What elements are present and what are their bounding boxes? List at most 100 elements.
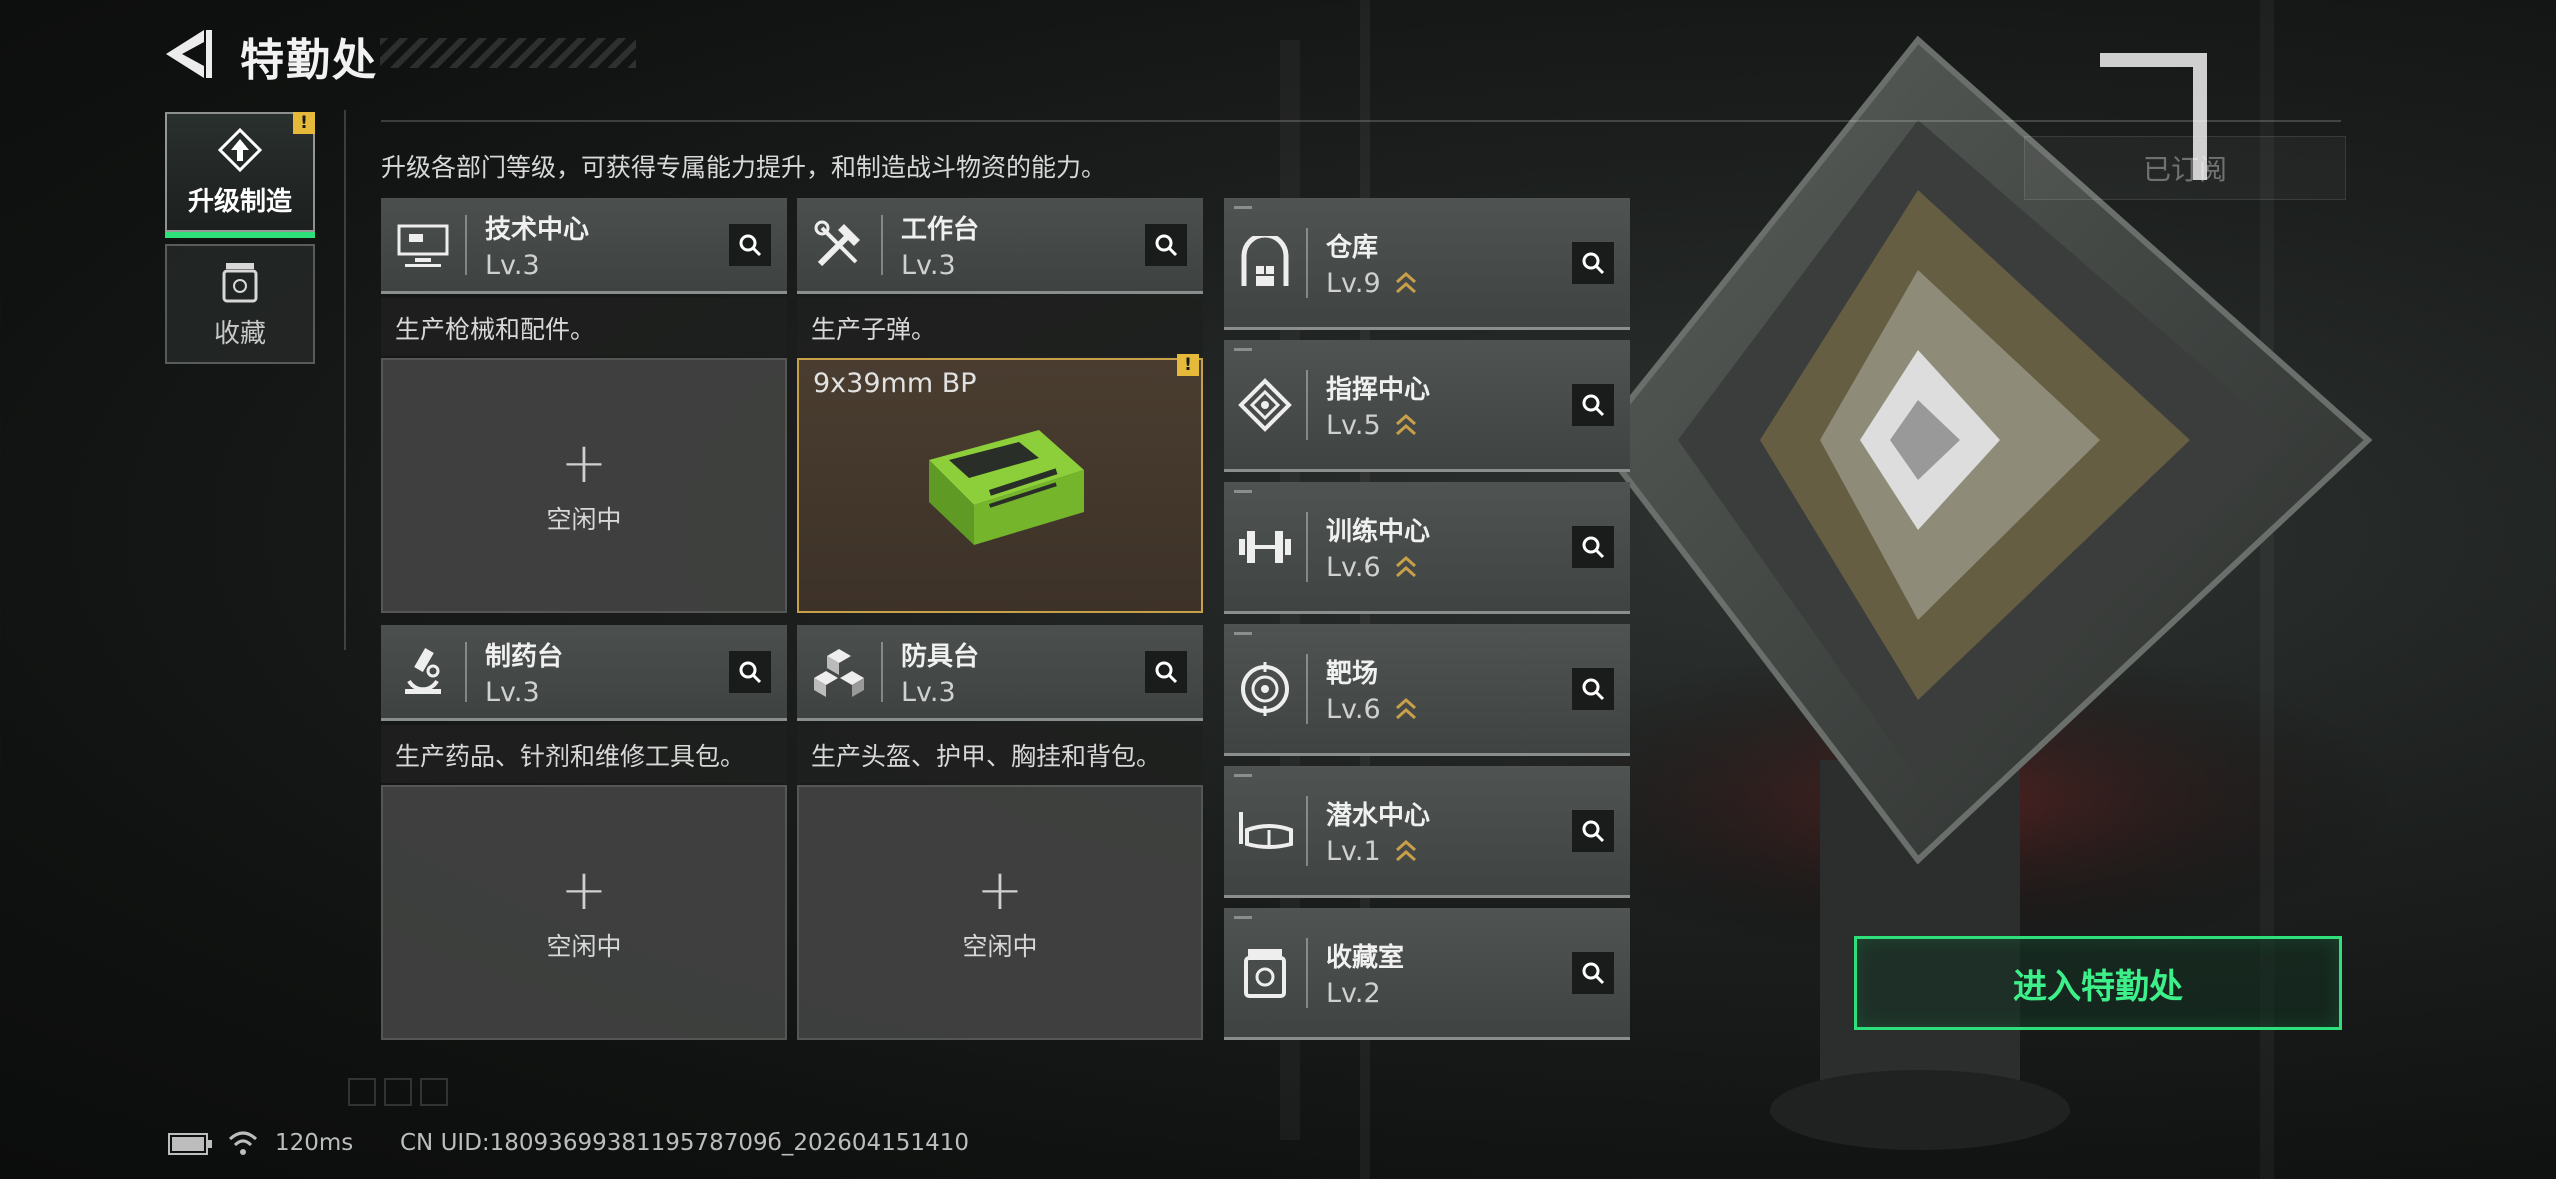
armor-blocks-icon xyxy=(797,624,881,720)
card-corner-mark xyxy=(1234,348,1252,351)
battery-icon xyxy=(168,1133,214,1159)
warning-badge: ! xyxy=(293,112,315,134)
facility-name: 防具台 xyxy=(901,641,980,672)
facility-name: 收藏室 xyxy=(1326,942,1405,973)
header-separator xyxy=(1306,795,1308,866)
card-corner-mark xyxy=(1234,632,1252,635)
header-separator xyxy=(881,214,883,275)
decor-square xyxy=(420,1078,448,1106)
enter-special-ops-button[interactable]: 进入特勤处 xyxy=(1854,936,2342,1030)
active-tab-indicator xyxy=(165,232,315,238)
tab-collection[interactable]: 收藏 xyxy=(165,244,315,364)
warehouse-icon xyxy=(1224,197,1306,329)
facility-card-training-center[interactable]: 训练中心 Lv.6 xyxy=(1224,482,1630,614)
tab-upgrade-craft[interactable]: 升级制造 ! xyxy=(165,112,315,238)
wifi-icon xyxy=(228,1129,258,1161)
card-corner-mark xyxy=(1234,774,1252,777)
sidebar-divider xyxy=(344,110,346,650)
search-button[interactable] xyxy=(1145,223,1187,266)
search-button[interactable] xyxy=(1572,383,1614,426)
search-button[interactable] xyxy=(1145,650,1187,693)
search-icon xyxy=(1582,394,1605,416)
production-slot-busy[interactable]: 9x39mm BP ! xyxy=(797,354,1203,613)
search-button[interactable] xyxy=(729,223,771,266)
decor-square xyxy=(384,1078,412,1106)
back-button[interactable] xyxy=(160,26,220,82)
upgrade-arrow-icon xyxy=(1395,555,1416,578)
search-icon xyxy=(1155,234,1178,256)
search-button[interactable] xyxy=(1572,525,1614,568)
upgrade-craft-icon xyxy=(217,127,263,172)
facility-card-collection-room[interactable]: 收藏室 Lv.2 xyxy=(1224,908,1630,1040)
facility-level: Lv.3 xyxy=(485,249,540,281)
search-icon xyxy=(739,661,762,683)
facility-card-shooting-range[interactable]: 靶场 Lv.6 xyxy=(1224,624,1630,756)
upgrade-arrow-icon xyxy=(1395,271,1416,294)
search-icon xyxy=(1155,661,1178,683)
facility-description: 生产子弹。 xyxy=(797,298,1203,356)
search-button[interactable] xyxy=(729,650,771,693)
add-icon: + xyxy=(560,857,608,923)
facility-header-tech-center: 技术中心 Lv.3 xyxy=(381,198,787,294)
dumbbell-icon xyxy=(1224,481,1306,613)
facility-card-warehouse[interactable]: 仓库 Lv.9 xyxy=(1224,198,1630,330)
card-corner-mark xyxy=(1234,206,1252,209)
facility-header-workbench: 工作台 Lv.3 xyxy=(797,198,1203,294)
search-button[interactable] xyxy=(1572,241,1614,284)
tools-icon xyxy=(797,197,881,293)
header-separator xyxy=(1306,653,1308,724)
slot-status: 空闲中 xyxy=(546,931,622,961)
facility-name: 指挥中心 xyxy=(1326,374,1431,405)
add-icon: + xyxy=(976,857,1024,923)
card-corner-mark xyxy=(1234,916,1252,919)
facility-card-diving-center[interactable]: 潜水中心 Lv.1 xyxy=(1224,766,1630,898)
search-icon xyxy=(1582,820,1605,842)
main-description: 升级各部门等级，可获得专属能力提升，和制造战斗物资的能力。 xyxy=(381,153,1107,182)
tab-label: 收藏 xyxy=(213,318,266,349)
title-decoration xyxy=(380,38,636,68)
facility-level: Lv.3 xyxy=(901,676,956,708)
facility-level: Lv.6 xyxy=(1326,551,1381,583)
back-arrow-icon xyxy=(166,30,212,78)
search-icon xyxy=(1582,962,1605,984)
facility-level: Lv.5 xyxy=(1326,409,1381,441)
facility-card-command-center[interactable]: 指挥中心 Lv.5 xyxy=(1224,340,1630,472)
search-icon xyxy=(1582,252,1605,274)
facility-name: 制药台 xyxy=(485,641,564,672)
facility-name: 工作台 xyxy=(901,214,980,245)
warning-badge: ! xyxy=(1177,354,1199,376)
facility-name: 仓库 xyxy=(1326,232,1379,263)
search-button[interactable] xyxy=(1572,809,1614,852)
subscribe-button[interactable]: 已订阅 xyxy=(2024,136,2346,200)
search-button[interactable] xyxy=(1572,951,1614,994)
header-separator xyxy=(1306,511,1308,582)
decor-square xyxy=(348,1078,376,1106)
facility-level: Lv.2 xyxy=(1326,977,1381,1009)
facility-description: 生产药品、针剂和维修工具包。 xyxy=(381,725,787,783)
facility-name: 训练中心 xyxy=(1326,516,1431,547)
facility-description: 生产头盔、护甲、胸挂和背包。 xyxy=(797,725,1203,783)
header-separator xyxy=(465,641,467,702)
header-separator xyxy=(881,641,883,702)
user-uid: CN UID:1809369938119578709б_202604151410 xyxy=(400,1130,969,1156)
search-button[interactable] xyxy=(1572,667,1614,710)
header-separator xyxy=(1306,227,1308,298)
facility-level: Lv.1 xyxy=(1326,835,1381,867)
facility-name: 技术中心 xyxy=(485,214,590,245)
ammo-box-image xyxy=(929,430,1084,545)
upgrade-arrow-icon xyxy=(1395,413,1416,436)
slot-status: 空闲中 xyxy=(962,931,1038,961)
search-icon xyxy=(1582,678,1605,700)
facility-description: 生产枪械和配件。 xyxy=(381,298,787,356)
production-slot-idle[interactable]: + 空闲中 xyxy=(381,358,787,613)
production-slot-idle[interactable]: + 空闲中 xyxy=(797,785,1203,1040)
search-icon xyxy=(739,234,762,256)
microscope-icon xyxy=(381,624,465,720)
production-slot-idle[interactable]: + 空闲中 xyxy=(381,785,787,1040)
upgrade-arrow-icon xyxy=(1395,839,1416,862)
collection-jar-icon xyxy=(222,262,258,302)
facility-level: Lv.9 xyxy=(1326,267,1381,299)
slot-status: 空闲中 xyxy=(546,504,622,534)
upgrade-arrow-icon xyxy=(1395,697,1416,720)
header-rule xyxy=(381,120,2341,122)
